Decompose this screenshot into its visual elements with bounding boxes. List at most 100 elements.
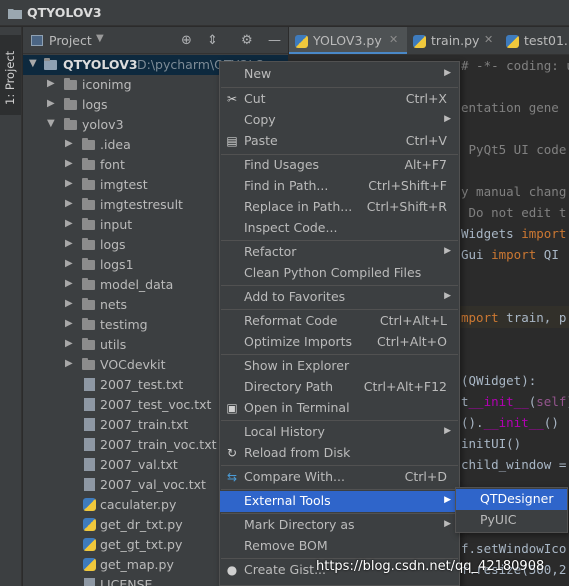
- menu-item-reformat-code[interactable]: Reformat Code Ctrl+Alt+L: [220, 311, 459, 332]
- menu-item-shortcut: Ctrl+Alt+O: [377, 334, 447, 349]
- chevron-right-icon[interactable]: ▶: [65, 178, 73, 189]
- tree-item-label: utils: [100, 337, 127, 352]
- project-tool-tab[interactable]: 1: Project: [0, 35, 21, 115]
- close-icon[interactable]: ✕: [389, 33, 398, 46]
- tree-item-label: 2007_val.txt: [100, 457, 178, 472]
- menu-item-find-usages[interactable]: Find Usages Alt+F7: [220, 155, 459, 176]
- tab-yolov3-py[interactable]: YOLOV3.py ✕: [289, 27, 407, 54]
- menu-item-label: Copy: [244, 112, 276, 127]
- submenu-arrow-icon: ▶: [444, 246, 451, 256]
- menu-item-optimize-imports[interactable]: Optimize Imports Ctrl+Alt+O: [220, 332, 459, 353]
- menu-item-label: Find in Path...: [244, 178, 329, 193]
- chevron-down-icon[interactable]: ▼: [96, 33, 104, 44]
- chevron-right-icon[interactable]: ▶: [65, 158, 73, 169]
- chevron-right-icon[interactable]: ▶: [65, 338, 73, 349]
- watermark-text: https://blog.csdn.net/qq_42180908: [316, 559, 545, 574]
- menu-separator: [221, 513, 458, 514]
- folder-icon: [82, 138, 95, 150]
- menu-item-external-tools[interactable]: External Tools ▶: [220, 491, 459, 512]
- chevron-right-icon[interactable]: ▶: [65, 138, 73, 149]
- hide-icon[interactable]: —: [268, 33, 281, 48]
- code-line: y manual chang: [461, 184, 567, 199]
- tree-item-label: model_data: [100, 277, 174, 292]
- menu-item-replace-in-path[interactable]: Replace in Path... Ctrl+Shift+R: [220, 197, 459, 218]
- chevron-right-icon[interactable]: ▶: [65, 358, 73, 369]
- project-view-selector[interactable]: Project: [49, 33, 92, 48]
- text-file-icon: [84, 478, 95, 491]
- menu-item-shortcut: Ctrl+X: [405, 91, 447, 106]
- scissors-icon: ✂: [226, 92, 238, 106]
- menu-item-paste[interactable]: ▤ Paste Ctrl+V: [220, 131, 459, 152]
- menu-item-local-history[interactable]: Local History ▶: [220, 422, 459, 443]
- text-file-icon: [84, 458, 95, 471]
- chevron-right-icon[interactable]: ▶: [65, 238, 73, 249]
- menu-item-show-in-explorer[interactable]: Show in Explorer: [220, 356, 459, 377]
- menu-item-add-to-favorites[interactable]: Add to Favorites ▶: [220, 287, 459, 308]
- chevron-right-icon[interactable]: ▶: [47, 98, 55, 109]
- chevron-down-icon[interactable]: ▼: [29, 58, 37, 69]
- submenu-item-pyuic[interactable]: PyUIC: [456, 510, 567, 531]
- menu-item-copy[interactable]: Copy ▶: [220, 110, 459, 131]
- close-icon[interactable]: ✕: [484, 33, 493, 46]
- chevron-right-icon[interactable]: ▶: [65, 258, 73, 269]
- terminal-icon: ▣: [226, 401, 238, 415]
- menu-item-clean-compiled[interactable]: Clean Python Compiled Files: [220, 263, 459, 284]
- menu-item-new[interactable]: New ▶: [220, 64, 459, 85]
- menu-item-cut[interactable]: ✂ Cut Ctrl+X: [220, 89, 459, 110]
- menu-item-shortcut: Ctrl+Alt+L: [379, 313, 447, 328]
- project-view-icon: [31, 35, 43, 46]
- menu-item-label: Mark Directory as: [244, 517, 355, 532]
- menu-item-label: Create Gist...: [244, 562, 327, 577]
- menu-item-directory-path[interactable]: Directory Path Ctrl+Alt+F12: [220, 377, 459, 398]
- menu-item-mark-directory-as[interactable]: Mark Directory as ▶: [220, 515, 459, 536]
- menu-item-remove-bom[interactable]: Remove BOM: [220, 536, 459, 557]
- menu-item-refactor[interactable]: Refactor ▶: [220, 242, 459, 263]
- folder-icon: [8, 9, 22, 19]
- submenu-item-qtdesigner[interactable]: QTDesigner: [456, 489, 567, 510]
- tree-item-label: logs: [82, 97, 108, 112]
- tree-item-label: get_dr_txt.py: [100, 517, 183, 532]
- tool-window-stripe: 1: Project: [0, 27, 22, 586]
- tree-item-label: logs1: [100, 257, 134, 272]
- chevron-right-icon[interactable]: ▶: [65, 298, 73, 309]
- tree-item-label: 2007_test_voc.txt: [100, 397, 212, 412]
- code-line: Widgets import: [461, 226, 567, 241]
- code-line: # -*- coding: utf-8 -*-: [461, 58, 569, 73]
- menu-item-compare-with[interactable]: ⇆ Compare With... Ctrl+D: [220, 467, 459, 488]
- folder-icon: [44, 58, 57, 70]
- locate-icon[interactable]: ⊕: [181, 33, 192, 48]
- code-line: ().__init__(): [461, 415, 559, 430]
- code-line: PyQt5 UI code: [461, 142, 567, 157]
- menu-item-shortcut: Alt+F7: [404, 157, 447, 172]
- code-line: initUI(): [461, 436, 522, 451]
- menu-item-label: Reload from Disk: [244, 445, 351, 460]
- chevron-right-icon[interactable]: ▶: [65, 318, 73, 329]
- menu-item-reload-from-disk[interactable]: ↻ Reload from Disk: [220, 443, 459, 464]
- gear-icon[interactable]: ⚙: [241, 33, 253, 48]
- tree-item-label: 2007_train_voc.txt: [100, 437, 217, 452]
- menu-item-label: PyUIC: [480, 512, 517, 527]
- compare-icon: ⇆: [226, 470, 238, 484]
- chevron-down-icon[interactable]: ▼: [47, 118, 55, 129]
- clipboard-icon: ▤: [226, 134, 238, 148]
- submenu-arrow-icon: ▶: [444, 114, 451, 124]
- menu-item-open-in-terminal[interactable]: ▣ Open in Terminal: [220, 398, 459, 419]
- chevron-right-icon[interactable]: ▶: [65, 218, 73, 229]
- chevron-right-icon[interactable]: ▶: [65, 278, 73, 289]
- menu-item-inspect-code[interactable]: Inspect Code...: [220, 218, 459, 239]
- chevron-right-icon[interactable]: ▶: [47, 78, 55, 89]
- tree-item-label: testimg: [100, 317, 148, 332]
- tab-train-py[interactable]: train.py ✕: [407, 27, 500, 54]
- project-tool-tab-label: 1: Project: [3, 50, 17, 105]
- tree-item-label: font: [100, 157, 125, 172]
- folder-icon: [64, 118, 77, 130]
- tree-item-label: 2007_val_voc.txt: [100, 477, 206, 492]
- collapse-all-icon[interactable]: ⇕: [207, 33, 218, 48]
- tree-item-label: VOCdevkit: [100, 357, 166, 372]
- menu-item-label: Reformat Code: [244, 313, 338, 328]
- menu-item-find-in-path[interactable]: Find in Path... Ctrl+Shift+F: [220, 176, 459, 197]
- folder-icon: [82, 178, 95, 190]
- chevron-right-icon[interactable]: ▶: [65, 198, 73, 209]
- tree-item-label: LICENSE: [100, 577, 153, 586]
- tab-test01-py[interactable]: test01.p: [500, 27, 569, 54]
